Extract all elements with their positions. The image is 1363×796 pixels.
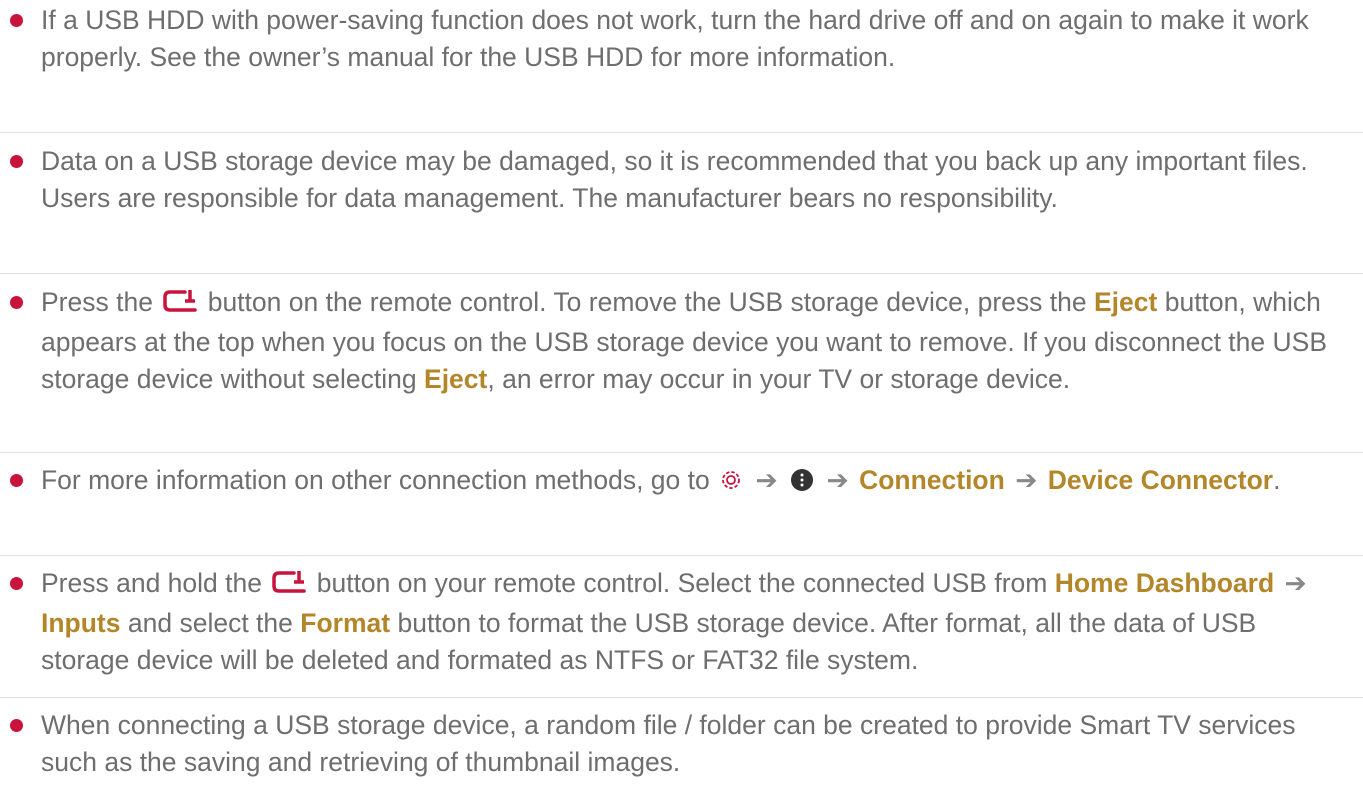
- divider: [0, 452, 1363, 453]
- connection-highlight: Connection: [859, 465, 1005, 495]
- note-text-part: Press and hold the: [41, 568, 262, 598]
- note-text-part: button on your remote control. Select th…: [316, 568, 1048, 598]
- notes-page: If a USB HDD with power-saving function …: [0, 0, 1363, 796]
- note-text: Press and hold the button on your remote…: [41, 565, 1345, 679]
- eject-highlight: Eject: [1094, 287, 1158, 317]
- eject-highlight: Eject: [424, 364, 488, 394]
- bullet-icon: [10, 474, 23, 487]
- arrow-right-icon: ➔: [1015, 465, 1038, 495]
- note-text-part: Press the: [41, 287, 153, 317]
- divider: [0, 132, 1363, 133]
- inputs-highlight: Inputs: [41, 608, 121, 638]
- note-text: For more information on other connection…: [41, 462, 1345, 502]
- home-dashboard-highlight: Home Dashboard: [1054, 568, 1275, 598]
- arrow-right-icon: ➔: [826, 465, 849, 495]
- note-text: If a USB HDD with power-saving function …: [41, 5, 1309, 72]
- divider: [0, 555, 1363, 556]
- bullet-icon: [10, 14, 23, 27]
- note-text-part: , an error may occur in your TV or stora…: [487, 364, 1071, 394]
- format-highlight: Format: [300, 608, 391, 638]
- more-icon: [790, 465, 814, 502]
- note-text-part: .: [1273, 465, 1281, 495]
- device-connector-highlight: Device Connector: [1047, 465, 1274, 495]
- note-text-part: and select the: [127, 608, 293, 638]
- note-text-part: For more information on other connection…: [41, 465, 710, 495]
- bullet-icon: [10, 296, 23, 309]
- note-text: Press the button on the remote control. …: [41, 284, 1345, 398]
- divider: [0, 697, 1363, 698]
- bullet-icon: [10, 155, 23, 168]
- bullet-icon: [10, 719, 23, 732]
- settings-icon: [719, 465, 743, 502]
- divider: [0, 273, 1363, 274]
- input-icon: [162, 287, 198, 324]
- bullet-icon: [10, 577, 23, 590]
- arrow-right-icon: ➔: [1284, 568, 1307, 598]
- input-icon: [271, 568, 307, 605]
- note-text-part: button on the remote control. To remove …: [207, 287, 1087, 317]
- note-text: Data on a USB storage device may be dama…: [41, 146, 1308, 213]
- note-text: When connecting a USB storage device, a …: [41, 710, 1296, 777]
- arrow-right-icon: ➔: [755, 465, 778, 495]
